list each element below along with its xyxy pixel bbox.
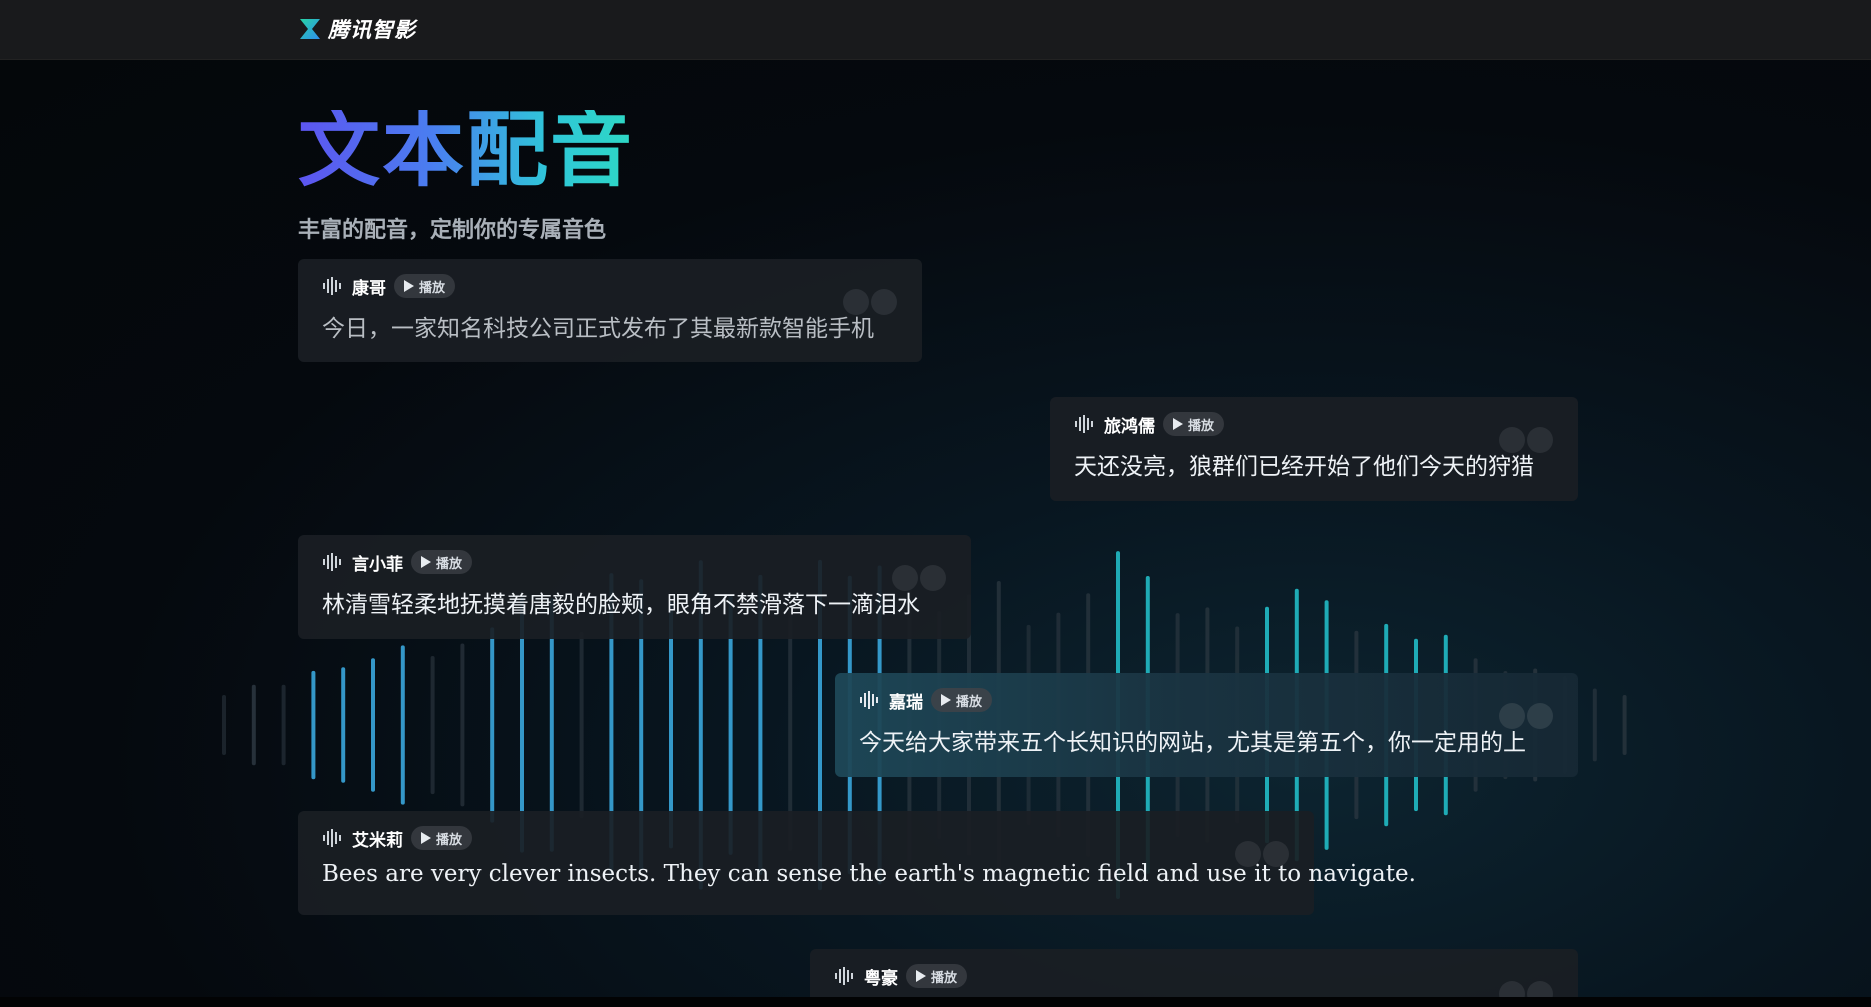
voice-sample-card: 旅鸿儒 播放 天还没亮，狼群们已经开始了他们今天的狩猎 [1050, 397, 1578, 501]
voice-wave-icon [323, 553, 341, 571]
play-icon [404, 280, 414, 292]
voice-wave-icon [323, 829, 341, 847]
sample-text: 今日，一家知名科技公司正式发布了其最新款智能手机 [322, 316, 874, 342]
page-subtitle: 丰富的配音，定制你的专属音色 [298, 218, 607, 243]
waveform-bar [579, 631, 584, 819]
brand-name: 腾讯智影 [328, 18, 416, 42]
voice-sample-card: 粤豪 播放 [810, 949, 1578, 1007]
voice-wave-icon [860, 691, 878, 709]
speaker-name: 粤豪 [864, 968, 898, 989]
play-button[interactable]: 播放 [411, 826, 473, 850]
play-button[interactable]: 播放 [1163, 412, 1225, 436]
voice-sample-card: 艾米莉 播放 Bees are very clever insects. The… [298, 811, 1416, 915]
play-button[interactable]: 播放 [931, 688, 993, 712]
play-label: 播放 [419, 280, 446, 296]
play-label: 播放 [436, 556, 463, 572]
quote-mark-icon [1235, 841, 1289, 867]
play-icon [1173, 418, 1183, 430]
play-icon [421, 556, 431, 568]
brand-logo[interactable]: 腾讯智影 [298, 14, 416, 44]
play-icon [941, 694, 951, 706]
hourglass-logo-icon [300, 19, 320, 39]
voice-wave-icon [1075, 415, 1093, 433]
waveform-bar [430, 656, 435, 795]
waveform-bar [490, 627, 495, 823]
quote-mark-icon [1499, 703, 1553, 729]
sample-text: Bees are very clever insects. They can s… [322, 861, 1416, 887]
speaker-name: 艾米莉 [352, 830, 403, 851]
speaker-name: 旅鸿儒 [1104, 416, 1155, 437]
play-button[interactable]: 播放 [906, 964, 968, 988]
play-icon [421, 832, 431, 844]
voice-sample-card-active: 嘉瑞 播放 今天给大家带来五个长知识的网站，尤其是第五个，你一定用的上 [835, 673, 1578, 777]
play-button[interactable]: 播放 [394, 274, 456, 298]
waveform-bar [222, 695, 226, 755]
play-label: 播放 [436, 832, 463, 848]
waveform-bar [281, 684, 286, 766]
quote-mark-icon [843, 289, 897, 315]
speaker-name: 言小菲 [352, 554, 403, 575]
quote-mark-icon [892, 565, 946, 591]
voice-wave-icon [323, 277, 341, 295]
sample-text: 林清雪轻柔地抚摸着唐毅的脸颊，眼角不禁滑落下一滴泪水 [322, 592, 920, 618]
play-button[interactable]: 播放 [411, 550, 473, 574]
waveform-bar [1622, 695, 1627, 755]
waveform-bar [460, 643, 465, 807]
play-label: 播放 [956, 694, 983, 710]
quote-mark-icon [1499, 427, 1553, 453]
waveform-bar [251, 684, 256, 766]
voice-sample-card: 言小菲 播放 林清雪轻柔地抚摸着唐毅的脸颊，眼角不禁滑落下一滴泪水 [298, 535, 971, 639]
speaker-name: 康哥 [352, 278, 386, 299]
voice-wave-icon [835, 967, 853, 985]
play-label: 播放 [1188, 418, 1215, 434]
voice-sample-card: 康哥 播放 今日，一家知名科技公司正式发布了其最新款智能手机 [298, 259, 922, 362]
top-navigation-bar: 腾讯智影 [0, 0, 1871, 60]
waveform-bar [371, 658, 375, 792]
waveform-bar [400, 645, 405, 805]
waveform-bar [1592, 688, 1597, 762]
play-label: 播放 [931, 970, 958, 986]
sample-text: 天还没亮，狼群们已经开始了他们今天的狩猎 [1074, 454, 1534, 480]
page-bottom-edge [0, 997, 1871, 1007]
sample-text: 今天给大家带来五个长知识的网站，尤其是第五个，你一定用的上 [859, 730, 1526, 756]
waveform-bar [341, 667, 346, 783]
speaker-name: 嘉瑞 [889, 692, 923, 713]
page-title: 文本配音 [298, 103, 635, 198]
play-icon [916, 970, 926, 982]
waveform-bar [311, 670, 316, 780]
